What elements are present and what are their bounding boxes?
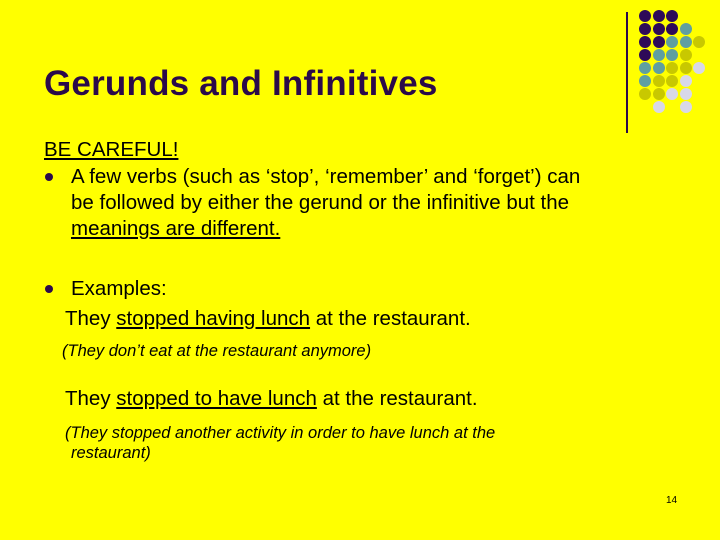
decorative-dot [666, 75, 678, 87]
decorative-dot [666, 10, 678, 22]
decorative-dot [639, 75, 651, 87]
bullet-icon [45, 173, 53, 181]
decorative-dot [652, 75, 665, 87]
decorative-dot [666, 36, 678, 48]
decorative-dot [652, 88, 665, 100]
example1-underlined: stopped having lunch [116, 307, 311, 330]
slide-title: Gerunds and Infinitives [44, 64, 438, 103]
decorative-dot [652, 23, 665, 35]
bullet1-line3: meanings are different. [71, 217, 281, 240]
example-sentence-1: They stopped having lunch at the restaur… [65, 307, 471, 331]
decorative-dot [639, 62, 651, 74]
decorative-dot [679, 23, 692, 35]
bullet1-line2: be followed by either the gerund or the … [71, 191, 570, 214]
examples-label: Examples: [71, 277, 167, 300]
decorative-dot [679, 36, 692, 48]
decorative-dot [639, 23, 651, 35]
example1-note: (They don’t eat at the restaurant anymor… [62, 342, 372, 360]
example2-post: at the restaurant. [316, 387, 478, 410]
decorative-divider-line [626, 12, 628, 133]
example2-pre: They [65, 387, 117, 410]
page-number: 14 [666, 495, 678, 506]
warning-heading: BE CAREFUL! [44, 138, 179, 161]
decorative-dot [652, 36, 665, 48]
decorative-dot [652, 49, 665, 61]
decorative-dot [639, 36, 651, 48]
decorative-dot [679, 101, 692, 113]
decorative-dot [652, 101, 665, 113]
bullet1-line1: A few verbs (such as ‘stop’, ‘remember’ … [71, 165, 581, 188]
decorative-dot [652, 10, 665, 22]
decorative-dot [666, 88, 678, 100]
decorative-dot [679, 75, 692, 87]
decorative-dot [639, 49, 651, 61]
example-sentence-2: They stopped to have lunch at the restau… [65, 387, 478, 411]
decorative-dot [666, 62, 678, 74]
decorative-dot [652, 62, 665, 74]
bullet-icon [45, 285, 53, 293]
decorative-dot [693, 36, 705, 48]
example2-note-line1: (They stopped another activity in order … [65, 424, 496, 442]
decorative-dot [639, 88, 651, 100]
example2-underlined: stopped to have lunch [116, 387, 317, 410]
decorative-dot [679, 88, 692, 100]
decorative-dot [666, 49, 678, 61]
example2-note-line2: restaurant) [71, 444, 151, 462]
decorative-dot [679, 49, 692, 61]
decorative-dot [679, 62, 692, 74]
decorative-dot [666, 23, 678, 35]
decorative-dot [639, 10, 651, 22]
example1-post: at the restaurant. [310, 307, 471, 330]
example1-pre: They [65, 307, 117, 330]
decorative-dot [693, 62, 705, 74]
